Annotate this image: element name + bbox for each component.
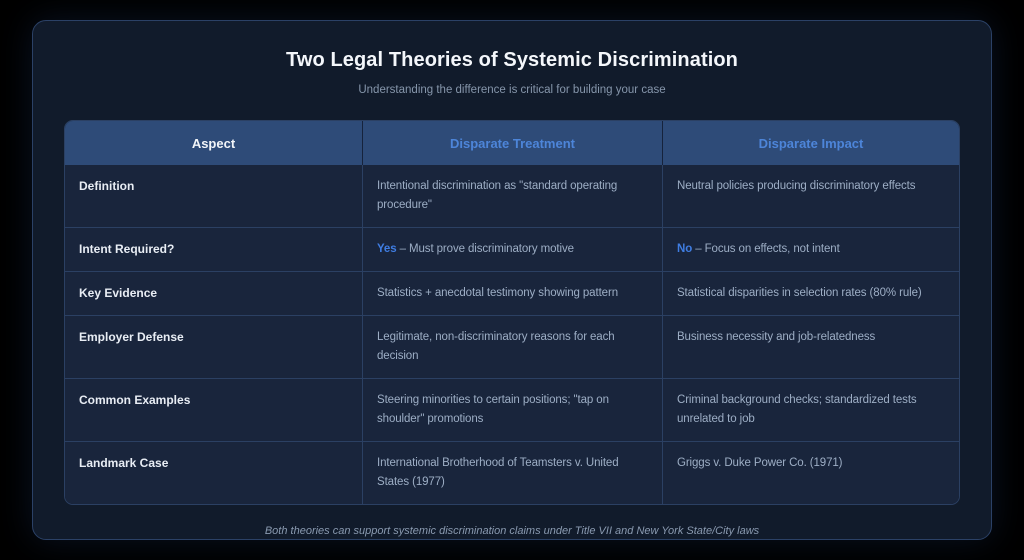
disparate-treatment-cell: Yes – Must prove discriminatory motive [362, 228, 662, 271]
page-title: Two Legal Theories of Systemic Discrimin… [64, 49, 960, 72]
disparate-impact-cell: Griggs v. Duke Power Co. (1971) [662, 442, 959, 504]
comparison-table: Aspect Disparate Treatment Disparate Imp… [64, 120, 960, 505]
table-row: Employer DefenseLegitimate, non-discrimi… [65, 315, 959, 378]
column-header-disparate-treatment: Disparate Treatment [362, 121, 662, 165]
footnote: Both theories can support systemic discr… [64, 525, 960, 537]
disparate-treatment-cell: Steering minorities to certain positions… [362, 379, 662, 441]
disparate-treatment-cell: Statistics + anecdotal testimony showing… [362, 272, 662, 315]
disparate-impact-cell: Statistical disparities in selection rat… [662, 272, 959, 315]
table-row: Intent Required?Yes – Must prove discrim… [65, 227, 959, 271]
row-aspect-label: Landmark Case [65, 442, 362, 504]
disparate-impact-cell: Criminal background checks; standardized… [662, 379, 959, 441]
row-aspect-label: Definition [65, 165, 362, 227]
disparate-impact-cell: No – Focus on effects, not intent [662, 228, 959, 271]
slide-card: Two Legal Theories of Systemic Discrimin… [32, 20, 992, 540]
accent-keyword: No [677, 243, 692, 255]
disparate-impact-cell: Neutral policies producing discriminator… [662, 165, 959, 227]
table-row: Key EvidenceStatistics + anecdotal testi… [65, 271, 959, 315]
disparate-treatment-cell: Legitimate, non-discriminatory reasons f… [362, 316, 662, 378]
column-header-disparate-impact: Disparate Impact [662, 121, 959, 165]
table-row: Common ExamplesSteering minorities to ce… [65, 378, 959, 441]
disparate-treatment-cell: Intentional discrimination as "standard … [362, 165, 662, 227]
row-aspect-label: Employer Defense [65, 316, 362, 378]
disparate-impact-cell: Business necessity and job-relatedness [662, 316, 959, 378]
table-row: Landmark CaseInternational Brotherhood o… [65, 441, 959, 504]
disparate-treatment-cell: International Brotherhood of Teamsters v… [362, 442, 662, 504]
table-body: DefinitionIntentional discrimination as … [65, 165, 959, 504]
row-aspect-label: Intent Required? [65, 228, 362, 271]
page-subtitle: Understanding the difference is critical… [64, 84, 960, 96]
table-header-row: Aspect Disparate Treatment Disparate Imp… [65, 121, 959, 165]
table-row: DefinitionIntentional discrimination as … [65, 165, 959, 227]
row-aspect-label: Key Evidence [65, 272, 362, 315]
accent-keyword: Yes [377, 243, 397, 255]
column-header-aspect: Aspect [65, 121, 362, 165]
row-aspect-label: Common Examples [65, 379, 362, 441]
